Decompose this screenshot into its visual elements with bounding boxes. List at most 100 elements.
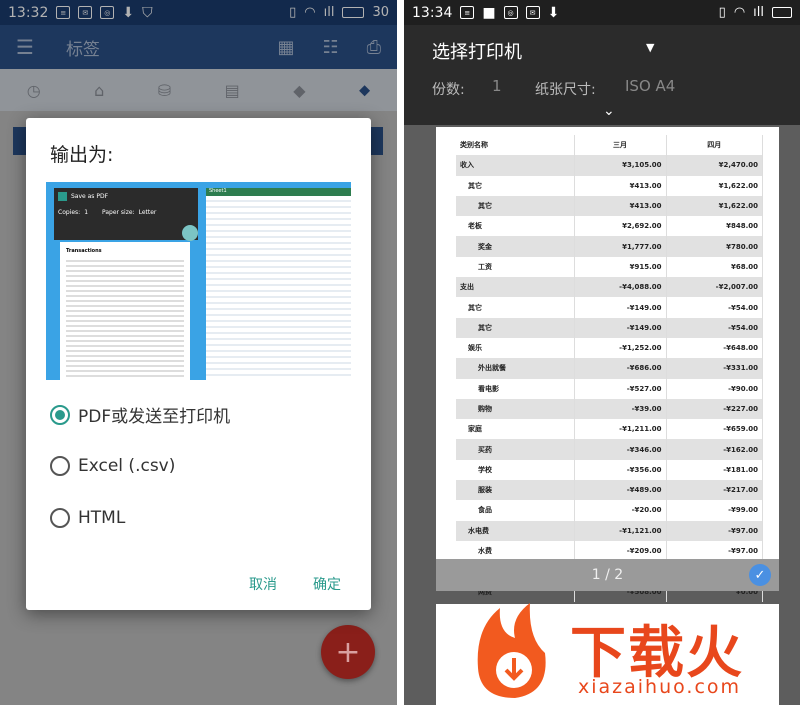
row-category: 家庭: [456, 419, 575, 440]
table-header-april: 四月: [666, 135, 763, 156]
screen-divider: [397, 0, 404, 705]
table-row: 水电费 -¥1,121.00 -¥97.00: [456, 520, 763, 541]
row-march-value: ¥915.00: [574, 256, 667, 278]
status-bar: 13:34 ≡ ■ ◎ ✉ ⬇ ▯ ◠ ıll: [404, 0, 800, 25]
download-icon: ⬇: [547, 4, 560, 21]
ok-button[interactable]: 确定: [313, 574, 341, 594]
copies-value[interactable]: 1: [492, 77, 502, 95]
print-preview-page-1[interactable]: 类别名称 三月 四月 收入 ¥3,105.00 ¥2,470.00 其它 ¥413.00…: [436, 127, 779, 602]
table-row: 工资 ¥915.00 ¥68.00: [456, 256, 763, 278]
row-category: 学校: [456, 459, 575, 481]
printer-select[interactable]: 选择打印机: [432, 38, 522, 64]
row-march-value: -¥1,211.00: [574, 419, 667, 440]
option-pdf[interactable]: PDF或发送至打印机: [50, 402, 230, 427]
radio-html[interactable]: [50, 508, 70, 528]
mail-icon: ✉: [525, 6, 540, 19]
row-category: 奖金: [456, 236, 575, 257]
signal-icon: ıll: [753, 5, 764, 20]
preview-paper-label: Paper size:: [102, 209, 135, 216]
row-april-value: -¥181.00: [666, 459, 763, 481]
table-row: 家庭 -¥1,211.00 -¥659.00: [456, 419, 763, 440]
export-dialog: 输出为: Save as PDF Copies: 1 Paper size: L…: [26, 118, 371, 610]
row-april-value: -¥54.00: [666, 297, 763, 318]
preview-doc-rows: [66, 257, 184, 377]
preview-save-fab: [182, 225, 198, 241]
row-april-value: ¥780.00: [666, 236, 763, 257]
table-row: 购物 -¥39.00 -¥227.00: [456, 398, 763, 420]
table-row: 其它 ¥413.00 ¥1,622.00: [456, 195, 763, 217]
row-march-value: -¥1,121.00: [574, 520, 667, 541]
table-row: 食品 -¥20.00 -¥99.00: [456, 500, 763, 521]
row-category: 购物: [456, 398, 575, 420]
row-march-value: -¥356.00: [574, 459, 667, 481]
table-row: 其它 -¥149.00 -¥54.00: [456, 297, 763, 318]
preview-doc-title: Transactions: [66, 248, 102, 254]
vibrate-icon: ▯: [718, 5, 726, 20]
row-category: 收入: [456, 155, 575, 176]
row-march-value: ¥1,777.00: [574, 236, 667, 257]
page-indicator-bar: 1 / 2 ✓: [436, 559, 779, 591]
row-april-value: -¥227.00: [666, 398, 763, 420]
preview-print-header: Save as PDF Copies: 1 Paper size: Letter: [54, 188, 198, 240]
expand-chevron-icon[interactable]: ⌄: [603, 103, 615, 119]
battery-icon: [772, 7, 792, 18]
row-april-value: ¥1,622.00: [666, 195, 763, 217]
page-selected-check-icon[interactable]: ✓: [749, 564, 771, 586]
report-table: 类别名称 三月 四月 收入 ¥3,105.00 ¥2,470.00 其它 ¥413.00…: [456, 135, 763, 602]
row-april-value: ¥1,622.00: [666, 175, 763, 196]
row-april-value: -¥217.00: [666, 480, 763, 501]
row-category: 支出: [456, 277, 575, 298]
row-march-value: -¥527.00: [574, 378, 667, 399]
row-category: 其它: [456, 317, 575, 338]
row-category: 买药: [456, 439, 575, 460]
table-row: 老板 ¥2,692.00 ¥848.00: [456, 216, 763, 237]
row-march-value: -¥20.00: [574, 500, 667, 521]
preview-copies-label: Copies:: [58, 209, 81, 216]
row-april-value: -¥90.00: [666, 378, 763, 399]
option-excel-label: Excel (.csv): [78, 456, 176, 476]
preview-image: Save as PDF Copies: 1 Paper size: Letter…: [46, 182, 351, 380]
row-march-value: -¥4,088.00: [574, 277, 667, 298]
pdf-icon: [58, 192, 67, 201]
paper-size-value[interactable]: ISO A4: [625, 77, 675, 95]
row-march-value: -¥686.00: [574, 358, 667, 379]
row-march-value: -¥39.00: [574, 398, 667, 420]
row-category: 工资: [456, 256, 575, 278]
table-row: 收入 ¥3,105.00 ¥2,470.00: [456, 155, 763, 176]
table-row: 看电影 -¥527.00 -¥90.00: [456, 378, 763, 399]
option-html[interactable]: HTML: [50, 508, 125, 528]
row-category: 服装: [456, 480, 575, 501]
notification-icon: ≡: [460, 6, 475, 19]
row-category: 其它: [456, 297, 575, 318]
print-options-panel: 选择打印机 ▼ 份数: 1 纸张尺寸: ISO A4 ⌄: [404, 25, 800, 125]
option-pdf-label: PDF或发送至打印机: [78, 407, 231, 427]
option-excel[interactable]: Excel (.csv): [50, 456, 175, 476]
option-html-label: HTML: [78, 508, 126, 528]
status-time: 13:34: [412, 4, 453, 21]
row-march-value: -¥346.00: [574, 439, 667, 460]
printer-dropdown-icon[interactable]: ▼: [646, 41, 654, 54]
table-header-march: 三月: [574, 135, 667, 156]
row-march-value: ¥413.00: [574, 175, 667, 196]
radio-excel[interactable]: [50, 456, 70, 476]
row-category: 食品: [456, 500, 575, 521]
table-row: 其它 -¥149.00 -¥54.00: [456, 317, 763, 338]
preview-sheet-rows: [206, 196, 351, 380]
row-april-value: ¥848.00: [666, 216, 763, 237]
preview-spreadsheet: Sheet1: [206, 188, 351, 380]
table-row: 奖金 ¥1,777.00 ¥780.00: [456, 236, 763, 257]
radio-pdf[interactable]: [50, 404, 70, 425]
copies-label: 份数:: [432, 82, 465, 98]
cancel-button[interactable]: 取消: [249, 574, 277, 594]
add-fab-button[interactable]: +: [321, 625, 375, 679]
row-april-value: -¥97.00: [666, 520, 763, 541]
row-category: 水电费: [456, 520, 575, 541]
row-march-value: -¥489.00: [574, 480, 667, 501]
row-category: 其它: [456, 175, 575, 196]
page-indicator: 1 / 2: [591, 567, 624, 583]
watermark-logo: 下载火 xiazaihuo.com: [470, 598, 800, 705]
row-april-value: ¥68.00: [666, 256, 763, 278]
dialog-title: 输出为:: [50, 144, 114, 166]
row-march-value: ¥2,692.00: [574, 216, 667, 237]
row-april-value: -¥648.00: [666, 337, 763, 359]
